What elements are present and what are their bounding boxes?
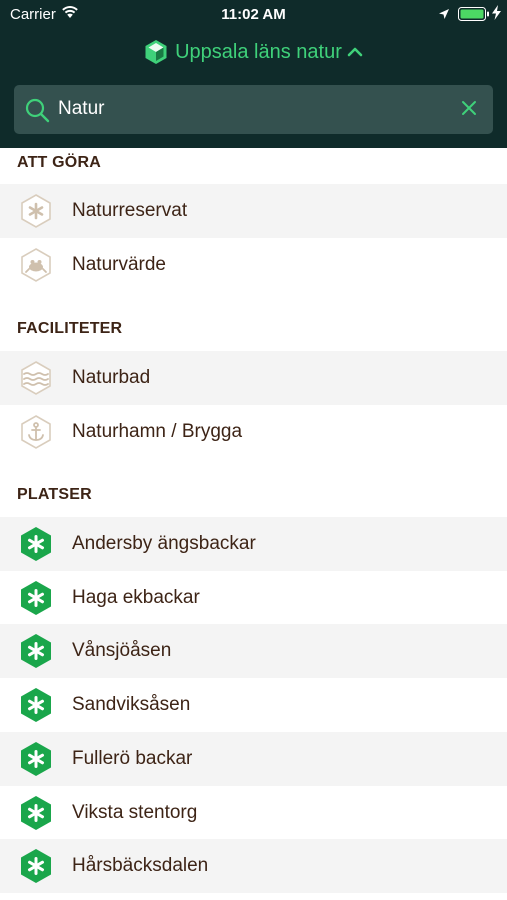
list-item-label: Haga ekbackar (72, 587, 200, 608)
anchor-hex-icon (18, 414, 54, 450)
list-item-place[interactable]: Vånsjöåsen (0, 624, 507, 678)
green-asterisk-hex-icon (18, 633, 54, 669)
green-asterisk-hex-icon (18, 526, 54, 562)
list-item-label: Andersby ängsbackar (72, 533, 256, 554)
list-item-naturvarde[interactable]: Naturvärde (0, 238, 507, 292)
green-asterisk-hex-icon (18, 580, 54, 616)
list-item-place[interactable]: Hårsbäcksdalen (0, 839, 507, 893)
region-title: Uppsala läns natur (175, 40, 342, 63)
list-item-naturbad[interactable]: Naturbad (0, 351, 507, 405)
list-item-place[interactable]: Viksta stentorg (0, 786, 507, 840)
list-item-place[interactable]: Andersby ängsbackar (0, 517, 507, 571)
list-item-label: Sandviksåsen (72, 694, 191, 715)
title-bar: Uppsala läns natur (0, 36, 507, 68)
green-asterisk-hex-icon (18, 848, 54, 884)
water-hex-icon (18, 360, 54, 396)
section-header-platser: PLATSER (17, 486, 92, 503)
asterisk-hex-icon (18, 193, 54, 229)
list-item-label: Viksta stentorg (72, 802, 198, 823)
search-bar (14, 85, 493, 134)
frog-hex-icon (18, 247, 54, 283)
list-item-place[interactable]: Sandviksåsen (0, 678, 507, 732)
list-item-naturreservat[interactable]: Naturreservat (0, 184, 507, 238)
list-item-place[interactable]: Haga ekbackar (0, 571, 507, 625)
chevron-up-icon (347, 46, 363, 58)
list-item-label: Vånsjöåsen (72, 640, 172, 661)
status-bar: Carrier 11:02 AM (0, 0, 507, 28)
clear-search-button[interactable] (460, 99, 478, 122)
list-item-label: Hårsbäcksdalen (72, 855, 209, 876)
list-item-naturhamn-brygga[interactable]: Naturhamn / Brygga (0, 405, 507, 459)
location-arrow-icon (438, 7, 450, 24)
green-asterisk-hex-icon (18, 687, 54, 723)
region-logo-icon (144, 39, 168, 65)
list-item-label: Fullerö backar (72, 748, 193, 769)
list-item-label: Naturvärde (72, 254, 166, 275)
charging-bolt-icon (492, 5, 501, 24)
list-item-label: Naturhamn / Brygga (72, 421, 243, 442)
region-selector-button[interactable]: Uppsala läns natur (144, 39, 363, 65)
section-header-att-gora: ATT GÖRA (17, 154, 101, 171)
search-icon (24, 97, 50, 128)
battery-icon (458, 7, 490, 25)
green-asterisk-hex-icon (18, 795, 54, 831)
section-header-faciliteter: FACILITETER (17, 320, 123, 337)
list-item-label: Naturreservat (72, 200, 188, 221)
search-input[interactable] (58, 95, 438, 123)
app-header: Carrier 11:02 AM Uppsala läns natur Natu… (0, 0, 507, 148)
list-item-label: Naturbad (72, 367, 151, 388)
clock: 11:02 AM (221, 6, 286, 23)
green-asterisk-hex-icon (18, 741, 54, 777)
list-item-place[interactable]: Fullerö backar (0, 732, 507, 786)
close-icon (462, 101, 476, 115)
